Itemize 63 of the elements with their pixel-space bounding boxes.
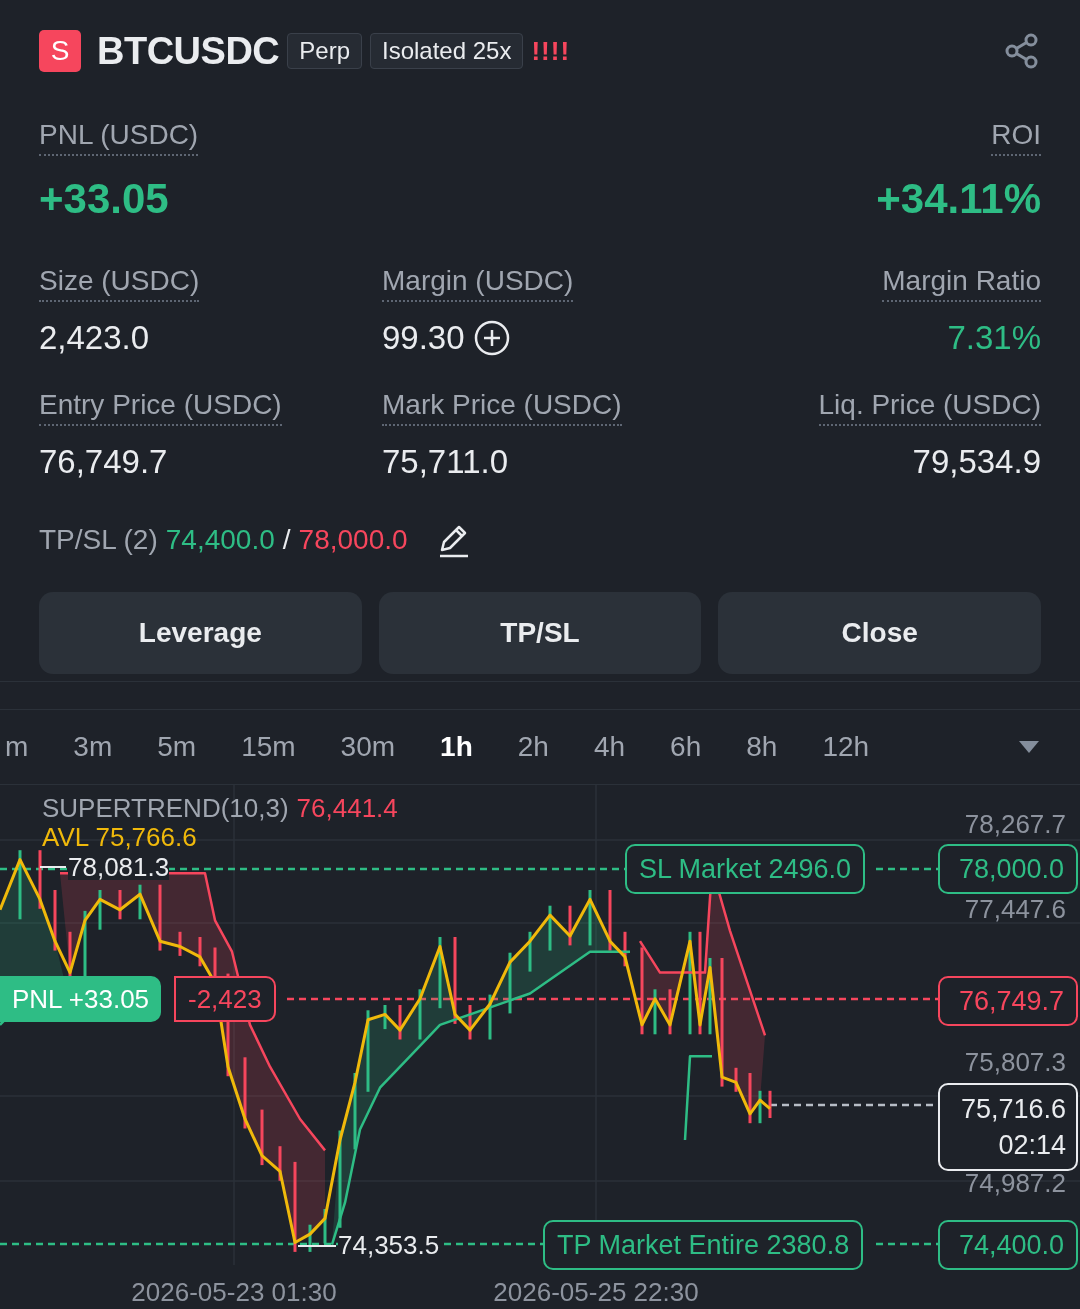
order-label: SL Market 2496.0 [625, 844, 866, 894]
stat-value: 99.30 [382, 319, 465, 357]
stat-value: 79,534.9 [912, 443, 1041, 481]
indicator-value: 76,441.4 [296, 793, 398, 823]
leader-line [297, 1245, 337, 1247]
stat-value: 7.31% [947, 319, 1041, 357]
stat-label: Mark Price (USDC) [382, 388, 622, 426]
price-tag: 76,749.7 [938, 976, 1078, 1026]
timeframe-tab[interactable]: 30m [340, 731, 396, 763]
separator-text: / [282, 524, 291, 556]
price-tag: 74,400.0 [938, 1220, 1078, 1270]
indicator-name: SUPERTREND(10,3) [42, 793, 289, 823]
axis-label: 75,807.3 [964, 1047, 1066, 1077]
axis-label: 77,447.6 [964, 894, 1066, 924]
axis-label: 78,267.7 [964, 809, 1066, 839]
symbol-icon: S [39, 30, 81, 72]
timeframe-tab[interactable]: 4h [593, 731, 626, 763]
tag: Perp [287, 33, 362, 69]
action-button[interactable]: Close [718, 592, 1041, 674]
stat-label: Margin Ratio [882, 264, 1041, 302]
roi-label: ROI [991, 118, 1041, 156]
timeframe-tab[interactable]: 1h [440, 731, 473, 763]
stat-label: Entry Price (USDC) [39, 388, 282, 426]
timeframe-tab[interactable]: 15m [241, 731, 296, 763]
timeframe-tab[interactable]: 3m [73, 731, 113, 763]
axis-label: 2026-05-25 22:30 [492, 1277, 700, 1307]
dropdown-icon[interactable] [1018, 740, 1040, 754]
timeframe-tab[interactable]: 2h [517, 731, 549, 763]
leader-line [39, 866, 67, 868]
pnl-label: PNL (USDC) [39, 118, 199, 156]
timeframe-tab[interactable]: 6h [670, 731, 702, 763]
price-tag: 78,000.0 [938, 844, 1078, 894]
timeframe-tab[interactable]: 5m [157, 731, 197, 763]
add-icon[interactable] [472, 319, 511, 357]
stat-value: 76,749.7 [39, 443, 168, 481]
stat-label: Size (USDC) [39, 264, 200, 302]
timeframe-tab[interactable]: 8h [746, 731, 778, 763]
stat-value: 75,711.0 [382, 443, 508, 481]
roi-value: +34.11% [876, 176, 1041, 222]
tpsl-label: TP/SL (2) [39, 524, 158, 556]
average-price-label: AVL 75,766.6 [42, 823, 197, 851]
timeframe-tab[interactable]: m [5, 731, 29, 763]
last-price: 75,716.6 [959, 1093, 1066, 1126]
pnl-tag: PNL +33.05 [0, 976, 162, 1022]
order-label: TP Market Entire 2380.8 [543, 1220, 864, 1270]
axis-label: 2026-05-23 01:30 [130, 1277, 338, 1307]
symbol-name: BTCUSDC [97, 29, 280, 73]
timeframe-tab[interactable]: 12h [822, 731, 870, 763]
stat-label: Margin (USDC) [382, 264, 574, 302]
position-size-tag: -2,423 [174, 976, 276, 1022]
action-button[interactable]: TP/SL [378, 592, 702, 674]
countdown-text: 02:14 [997, 1129, 1066, 1162]
stat-value: 2,423.0 [39, 319, 150, 357]
take-profit-price: 74,400.0 [165, 524, 275, 556]
pnl-value: +33.05 [39, 176, 169, 222]
take-profit-line [876, 1242, 938, 1246]
warning-text: !!!! [531, 35, 571, 67]
tag: Isolated 25x [370, 33, 524, 69]
action-button[interactable]: Leverage [39, 592, 362, 674]
stop-loss-price: 78,000.0 [298, 524, 408, 556]
axis-label: 74,987.2 [964, 1168, 1066, 1198]
stop-loss-line [876, 867, 938, 871]
stat-label: Liq. Price (USDC) [818, 388, 1041, 426]
